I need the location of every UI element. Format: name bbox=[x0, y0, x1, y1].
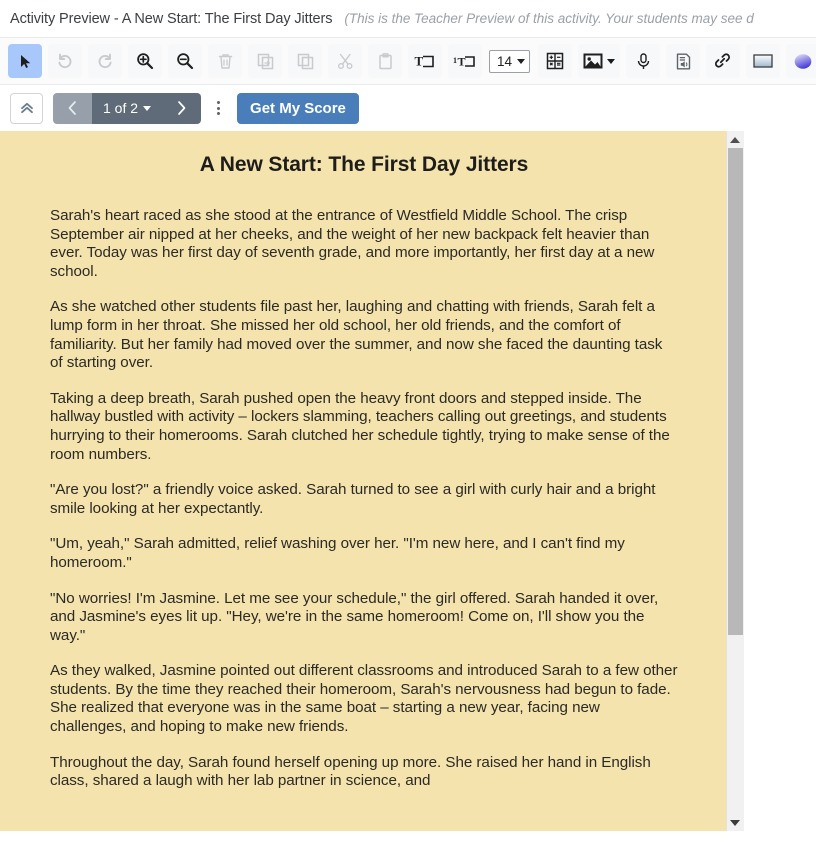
zoom-in-icon bbox=[137, 53, 154, 70]
kebab-dot bbox=[216, 112, 220, 115]
rectangle-shape-icon bbox=[753, 54, 773, 68]
duplicate-button[interactable] bbox=[248, 44, 282, 78]
document-viewport: A New Start: The First Day Jitters Sarah… bbox=[0, 131, 816, 831]
cursor-arrow-icon bbox=[20, 54, 30, 68]
font-size-select[interactable]: 14 bbox=[489, 49, 531, 73]
rectangle-shape-button[interactable] bbox=[746, 44, 781, 78]
get-my-score-label: Get My Score bbox=[250, 99, 346, 117]
zoom-out-icon bbox=[177, 53, 194, 70]
kebab-dot bbox=[216, 106, 220, 110]
triangle-down-icon bbox=[730, 819, 740, 826]
cut-button[interactable] bbox=[328, 44, 362, 78]
chevron-right-icon bbox=[178, 101, 186, 115]
clipboard-icon bbox=[378, 52, 392, 69]
link-icon bbox=[715, 53, 731, 68]
copy-icon bbox=[297, 53, 313, 69]
zoom-in-button[interactable] bbox=[128, 44, 162, 78]
next-page-button[interactable] bbox=[162, 92, 202, 124]
teacher-preview-note: (This is the Teacher Preview of this act… bbox=[344, 11, 754, 26]
image-icon bbox=[583, 53, 603, 69]
triangle-up-icon bbox=[730, 136, 740, 143]
scissors-icon bbox=[337, 53, 352, 69]
story-paragraph: "No worries! I'm Jasmine. Let me see you… bbox=[50, 589, 659, 644]
font-size-value: 14 bbox=[497, 53, 513, 69]
speaker-doc-icon bbox=[676, 53, 690, 69]
image-button[interactable] bbox=[578, 44, 621, 78]
text-box-icon: T bbox=[415, 53, 434, 68]
scroll-down-button[interactable] bbox=[726, 814, 744, 831]
scrollbar-track[interactable] bbox=[726, 148, 744, 814]
story-paragraph: As they walked, Jasmine pointed out diff… bbox=[50, 662, 678, 736]
scroll-up-button[interactable] bbox=[726, 131, 744, 148]
chevron-down-icon bbox=[607, 58, 616, 64]
svg-text:T: T bbox=[458, 54, 466, 68]
story-title: A New Start: The First Day Jitters bbox=[199, 153, 529, 176]
record-audio-button[interactable] bbox=[626, 44, 661, 78]
microphone-icon bbox=[637, 52, 649, 69]
undo-button[interactable] bbox=[48, 44, 82, 78]
page-title: Activity Preview - A New Start: The Firs… bbox=[10, 10, 333, 27]
chevron-left-icon bbox=[68, 101, 76, 115]
math-grid-icon bbox=[546, 52, 564, 70]
title-bar: Activity Preview - A New Start: The Firs… bbox=[0, 0, 816, 37]
svg-text:T: T bbox=[415, 53, 424, 68]
redo-button[interactable] bbox=[88, 44, 122, 78]
scrollbar-thumb[interactable] bbox=[727, 148, 743, 635]
chevron-double-up-icon bbox=[20, 102, 33, 114]
editor-toolbar: T 1 T 14 bbox=[0, 37, 816, 85]
link-button[interactable] bbox=[706, 44, 741, 78]
right-margin-area bbox=[743, 131, 816, 831]
page-indicator[interactable]: 1 of 2 bbox=[92, 92, 163, 124]
undo-icon bbox=[58, 53, 72, 69]
story-paragraph: Throughout the day, Sarah found herself … bbox=[50, 753, 651, 790]
delete-button[interactable] bbox=[208, 44, 242, 78]
svg-text:1: 1 bbox=[453, 56, 457, 65]
chevron-down-icon bbox=[517, 58, 526, 64]
story-paragraph: As she watched other students file past … bbox=[50, 298, 663, 372]
zoom-out-button[interactable] bbox=[168, 44, 202, 78]
text-box-button[interactable]: T bbox=[408, 44, 442, 78]
duplicate-icon bbox=[257, 53, 273, 69]
activity-page: A New Start: The First Day Jitters Sarah… bbox=[0, 131, 726, 831]
redo-icon bbox=[98, 53, 112, 69]
equation-button[interactable] bbox=[538, 44, 573, 78]
activity-nav-bar: 1 of 2 Get My Score bbox=[0, 85, 816, 131]
previous-page-button[interactable] bbox=[53, 92, 92, 124]
ellipse-shape-icon bbox=[794, 53, 812, 69]
ellipse-shape-button[interactable] bbox=[786, 44, 816, 78]
text-line-button[interactable]: 1 T bbox=[448, 44, 482, 78]
page-navigator: 1 of 2 bbox=[53, 92, 202, 124]
chevron-down-icon bbox=[143, 105, 152, 111]
get-my-score-button[interactable]: Get My Score bbox=[237, 92, 359, 124]
story-paragraph: "Um, yeah," Sarah admitted, relief washi… bbox=[50, 535, 625, 571]
select-tool-button[interactable] bbox=[8, 44, 42, 78]
kebab-dot bbox=[216, 101, 220, 104]
document-scrollbar[interactable] bbox=[726, 131, 744, 831]
story-paragraph: Sarah's heart raced as she stood at the … bbox=[50, 207, 655, 280]
paste-button[interactable] bbox=[368, 44, 402, 78]
page-indicator-label: 1 of 2 bbox=[103, 100, 139, 116]
text-line-icon: 1 T bbox=[453, 54, 475, 68]
collapse-toolbar-button[interactable] bbox=[10, 92, 43, 124]
story-paragraph: Taking a deep breath, Sarah pushed open … bbox=[50, 389, 670, 463]
text-to-speech-button[interactable] bbox=[666, 44, 701, 78]
more-options-button[interactable] bbox=[207, 93, 229, 124]
story-paragraph: "Are you lost?" a friendly voice asked. … bbox=[50, 481, 656, 517]
trash-icon bbox=[218, 53, 232, 69]
copy-button[interactable] bbox=[288, 44, 322, 78]
